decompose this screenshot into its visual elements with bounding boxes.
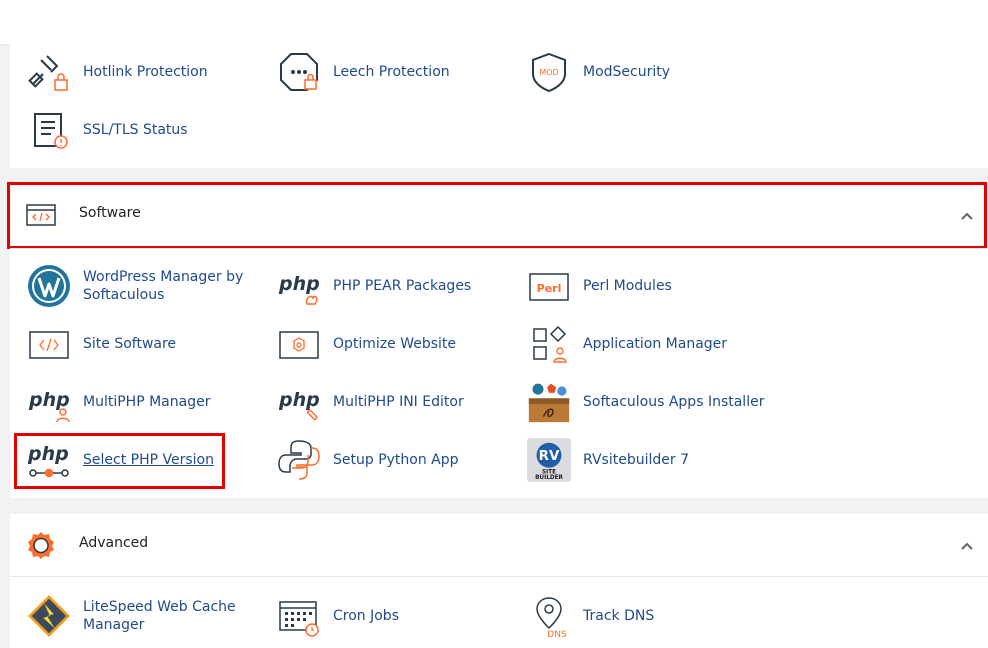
php-pear-icon: php <box>277 264 321 308</box>
item-label: SSL/TLS Status <box>83 122 188 138</box>
modsecurity-icon: MOD <box>527 50 571 94</box>
item-label: Application Manager <box>583 336 728 352</box>
cron-icon <box>277 594 321 638</box>
php-text: php <box>278 273 320 295</box>
softaculous-icon <box>527 380 571 424</box>
python-icon <box>277 438 321 482</box>
mod-text: MOD <box>539 68 558 77</box>
item-label: MultiPHP INI Editor <box>333 394 464 410</box>
item-label: Hotlink Protection <box>83 64 208 80</box>
top-bar <box>0 0 988 44</box>
item-label: Leech Protection <box>333 64 450 80</box>
item-label: PHP PEAR Packages <box>333 278 472 294</box>
perl-icon: Perl <box>527 264 571 308</box>
rvsitebuilder-icon: RV SITE BUILDER <box>527 438 571 482</box>
track-dns-link[interactable]: DNS Track DNS <box>527 592 767 640</box>
item-label: MultiPHP Manager <box>83 394 211 410</box>
multiphp-icon: php <box>27 380 71 424</box>
modsecurity-link[interactable]: MOD ModSecurity <box>527 48 767 96</box>
multiphp-manager-link[interactable]: php MultiPHP Manager <box>27 378 267 426</box>
item-label: Cron Jobs <box>333 608 399 624</box>
select-php-version-highlight <box>14 433 225 489</box>
item-label: Softaculous Apps Installer <box>583 394 765 410</box>
php-text: php <box>28 389 70 411</box>
item-label: WordPress Manager by Softaculous <box>83 269 244 303</box>
optimize-website-link[interactable]: Optimize Website <box>277 320 517 368</box>
hotlink-protection-link[interactable]: Hotlink Protection <box>27 48 267 96</box>
leech-icon <box>277 50 321 94</box>
softaculous-apps-installer-link[interactable]: Softaculous Apps Installer <box>527 378 767 426</box>
item-label: Optimize Website <box>333 336 457 352</box>
item-label: Setup Python App <box>333 452 459 468</box>
php-text: php <box>278 389 320 411</box>
item-label: ModSecurity <box>583 64 671 80</box>
setup-python-app-link[interactable]: Setup Python App <box>277 436 517 484</box>
leech-protection-link[interactable]: Leech Protection <box>277 48 517 96</box>
item-label: Site Software <box>83 336 177 352</box>
chevron-up-icon[interactable] <box>960 538 974 552</box>
multiphp-ini-icon: php <box>277 380 321 424</box>
application-manager-link[interactable]: Application Manager <box>527 320 767 368</box>
php-pear-packages-link[interactable]: php PHP PEAR Packages <box>277 262 517 310</box>
app-manager-icon <box>527 322 571 366</box>
multiphp-ini-editor-link[interactable]: php MultiPHP INI Editor <box>277 378 517 426</box>
wordpress-manager-link[interactable]: WordPress Manager by Softaculous <box>27 262 267 310</box>
site-software-icon <box>27 322 71 366</box>
software-header-highlight <box>7 182 987 249</box>
section-title: Advanced <box>79 535 149 551</box>
cron-jobs-link[interactable]: Cron Jobs <box>277 592 517 640</box>
dns-text: DNS <box>547 630 567 638</box>
item-label: Track DNS <box>583 608 655 624</box>
rv-text: RV <box>539 449 560 464</box>
ssl-tls-status-link[interactable]: SSL/TLS Status <box>27 106 267 154</box>
site-software-link[interactable]: Site Software <box>27 320 267 368</box>
ssl-status-icon <box>27 108 71 152</box>
litespeed-cache-manager-link[interactable]: LiteSpeed Web Cache Manager <box>27 592 267 640</box>
optimize-icon <box>277 322 321 366</box>
item-label: Perl Modules <box>583 278 672 294</box>
track-dns-icon: DNS <box>527 594 571 638</box>
perl-modules-link[interactable]: Perl Perl Modules <box>527 262 767 310</box>
perl-text: Perl <box>537 282 562 295</box>
rvsitebuilder-link[interactable]: RV SITE BUILDER RVsitebuilder 7 <box>527 436 767 484</box>
wordpress-icon <box>27 264 71 308</box>
litespeed-icon <box>27 594 71 638</box>
rv-builder-text: BUILDER <box>535 475 563 481</box>
advanced-header[interactable]: Advanced <box>10 514 988 576</box>
gear-icon <box>26 530 56 564</box>
item-label: LiteSpeed Web Cache Manager <box>83 599 236 633</box>
hotlink-icon <box>27 50 71 94</box>
item-label: RVsitebuilder 7 <box>583 452 689 468</box>
